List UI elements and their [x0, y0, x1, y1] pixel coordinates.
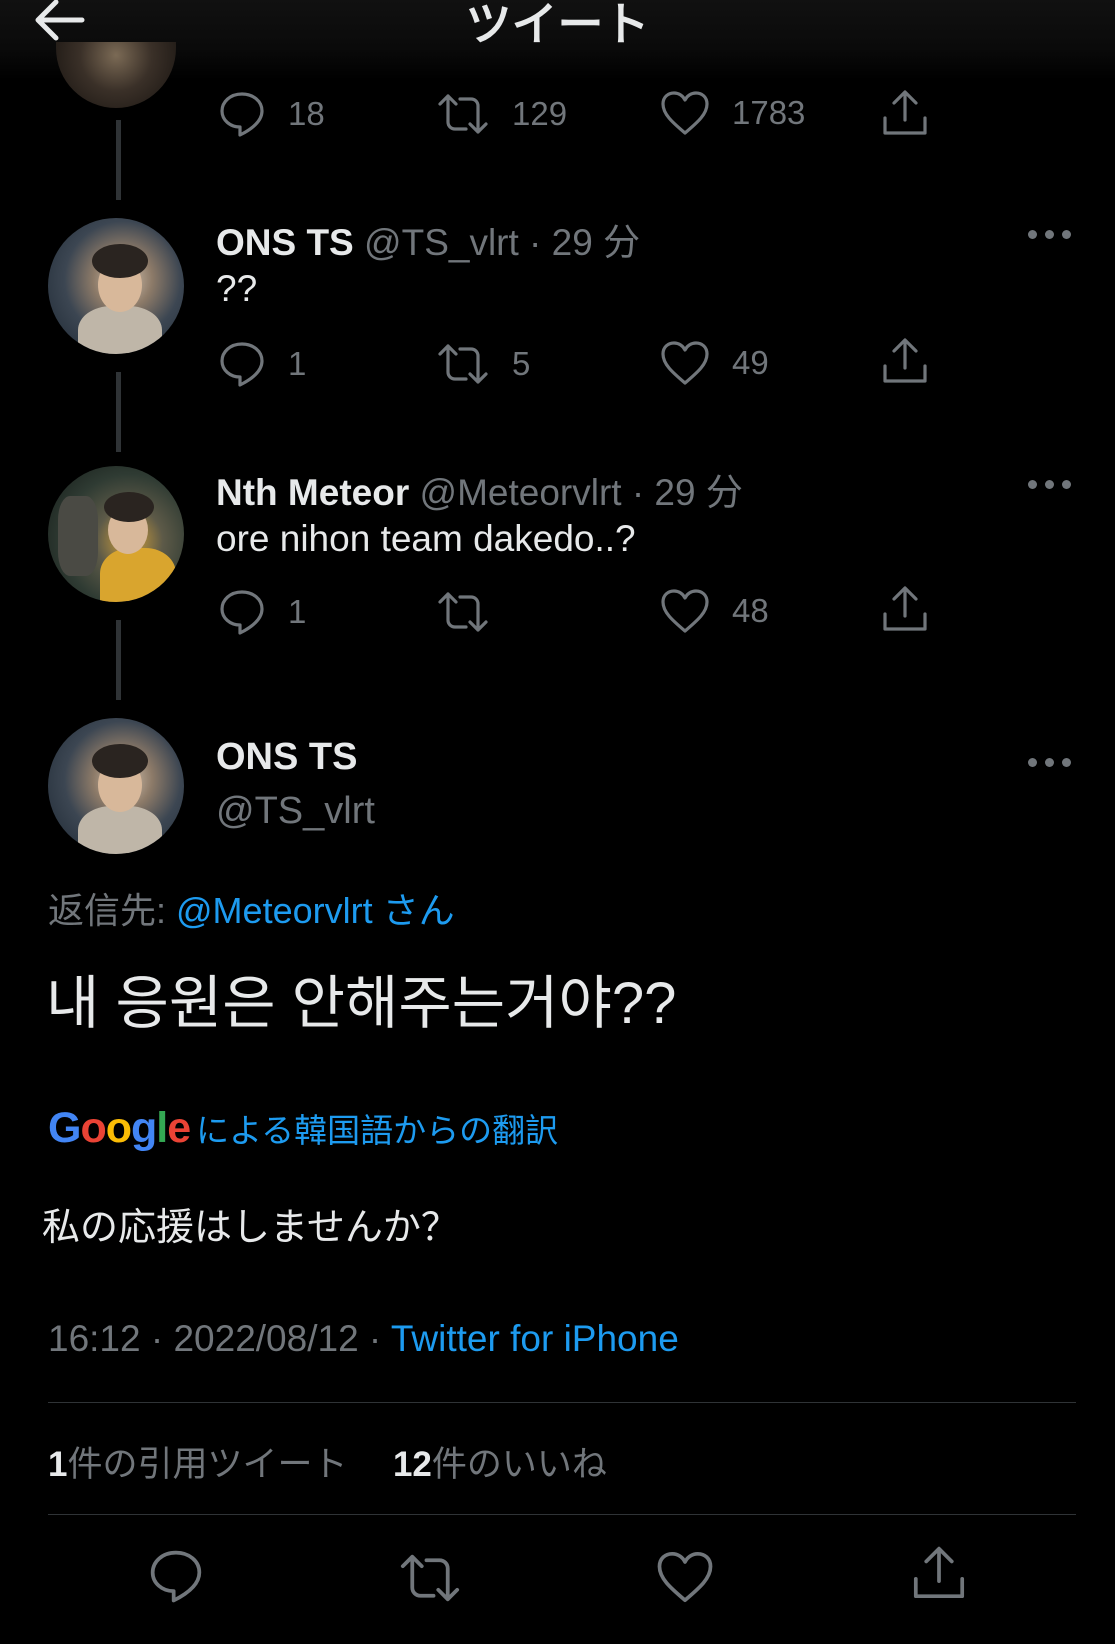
like-count: 48: [732, 592, 769, 629]
retweet-count: 5: [512, 345, 531, 382]
like-button[interactable]: 48: [660, 588, 769, 634]
tweet-stats: 1件の引用ツイート 12件のいいね: [48, 1436, 607, 1487]
retweet-arrows-icon: [400, 1554, 460, 1602]
speech-bubble-icon: [220, 590, 264, 635]
thread-line: [116, 372, 121, 452]
reply-button[interactable]: 1: [218, 588, 306, 636]
share-upload-icon: [883, 338, 927, 383]
reply-button[interactable]: 18: [218, 90, 325, 138]
heart-icon: [661, 91, 709, 135]
share-button[interactable]: [910, 1544, 968, 1607]
handle[interactable]: @TS_vlrt: [216, 790, 375, 833]
retweet-button[interactable]: 129: [436, 92, 567, 136]
avatar[interactable]: [48, 218, 184, 354]
tweet-meta: 16:12 · 2022/08/12 · Twitter for iPhone: [48, 1318, 679, 1360]
google-letter: o: [80, 1104, 106, 1152]
translation-attribution[interactable]: Google による韓国語からの翻訳: [48, 1104, 558, 1153]
share-button[interactable]: [880, 336, 930, 386]
tweet-text: ore nihon team dakedo..?: [216, 518, 636, 559]
timestamp: 16:12 · 2022/08/12 ·: [48, 1318, 391, 1359]
google-letter: l: [156, 1104, 168, 1152]
three-dots-icon[interactable]: [1028, 230, 1072, 242]
share-upload-icon: [913, 1546, 965, 1599]
display-name[interactable]: ONS TS: [216, 736, 357, 779]
thread-line: [116, 120, 121, 200]
translate-label: による韓国語からの翻訳: [196, 1112, 559, 1149]
three-dots-icon[interactable]: [1028, 480, 1072, 492]
retweet-count: 129: [512, 95, 568, 132]
divider: [48, 1514, 1076, 1515]
quote-label: 件の引用ツイート: [67, 1445, 348, 1484]
google-letter: e: [167, 1104, 191, 1152]
like-button[interactable]: [656, 1550, 714, 1609]
quote-tweets-stat[interactable]: 1件の引用ツイート: [48, 1445, 347, 1484]
reply-to-link[interactable]: @Meteorvlrt さん: [176, 890, 455, 931]
reply-count: 1: [288, 345, 307, 382]
likes-count: 12: [392, 1445, 432, 1484]
divider: [48, 1402, 1076, 1403]
likes-label: 件のいいね: [431, 1445, 607, 1484]
reply-count: 18: [288, 95, 325, 132]
like-button[interactable]: 1783: [660, 90, 805, 136]
share-button[interactable]: [880, 584, 930, 634]
like-count: 1783: [732, 94, 806, 131]
reply-count: 1: [288, 593, 307, 630]
retweet-arrows-icon: [438, 94, 488, 134]
retweet-arrows-icon: [438, 592, 488, 632]
google-letter: o: [105, 1104, 132, 1152]
heart-icon: [661, 341, 709, 385]
tweet-header: Nth Meteor @Meteorvlrt · 29 分: [216, 462, 743, 516]
retweet-button[interactable]: [436, 590, 512, 634]
google-logo: Google: [48, 1104, 191, 1153]
reply-to-label: 返信先:: [48, 890, 177, 931]
reply-to-line: 返信先: @Meteorvlrt さん: [48, 882, 455, 934]
handle-and-time: @TS_vlrt · 29 分: [364, 222, 641, 263]
like-button[interactable]: 49: [660, 340, 769, 386]
likes-stat[interactable]: 12件のいいね: [393, 1445, 607, 1484]
avatar[interactable]: [48, 718, 184, 854]
retweet-button[interactable]: 5: [436, 342, 530, 386]
handle-and-time: @Meteorvlrt · 29 分: [419, 472, 743, 513]
avatar[interactable]: [56, 42, 176, 108]
retweet-button[interactable]: [398, 1552, 462, 1609]
tweet-header: ONS TS @TS_vlrt · 29 分: [216, 212, 640, 266]
speech-bubble-icon: [150, 1550, 202, 1603]
like-count: 49: [732, 344, 769, 381]
tweet-text: ??: [216, 268, 258, 309]
display-name[interactable]: ONS TS: [216, 222, 354, 263]
display-name[interactable]: Nth Meteor: [216, 472, 409, 513]
share-button[interactable]: [880, 88, 930, 138]
reply-button[interactable]: 1: [218, 340, 306, 388]
avatar[interactable]: [48, 466, 184, 602]
tweet-text: 내 응원은 안해주는거야??: [46, 971, 677, 1036]
quote-count: 1: [48, 1445, 68, 1484]
heart-icon: [661, 589, 709, 633]
google-letter: G: [48, 1104, 81, 1152]
speech-bubble-icon: [220, 92, 264, 137]
share-upload-icon: [883, 90, 927, 135]
share-upload-icon: [883, 586, 927, 631]
speech-bubble-icon: [220, 342, 264, 387]
source-link[interactable]: Twitter for iPhone: [391, 1318, 679, 1359]
reply-button[interactable]: [148, 1548, 204, 1609]
google-letter: g: [131, 1104, 157, 1152]
thread-line: [116, 620, 121, 700]
three-dots-icon[interactable]: [1028, 758, 1072, 770]
retweet-arrows-icon: [438, 344, 488, 384]
translated-text: 私の応援はしませんか？: [42, 1207, 459, 1249]
heart-icon: [657, 1551, 713, 1603]
